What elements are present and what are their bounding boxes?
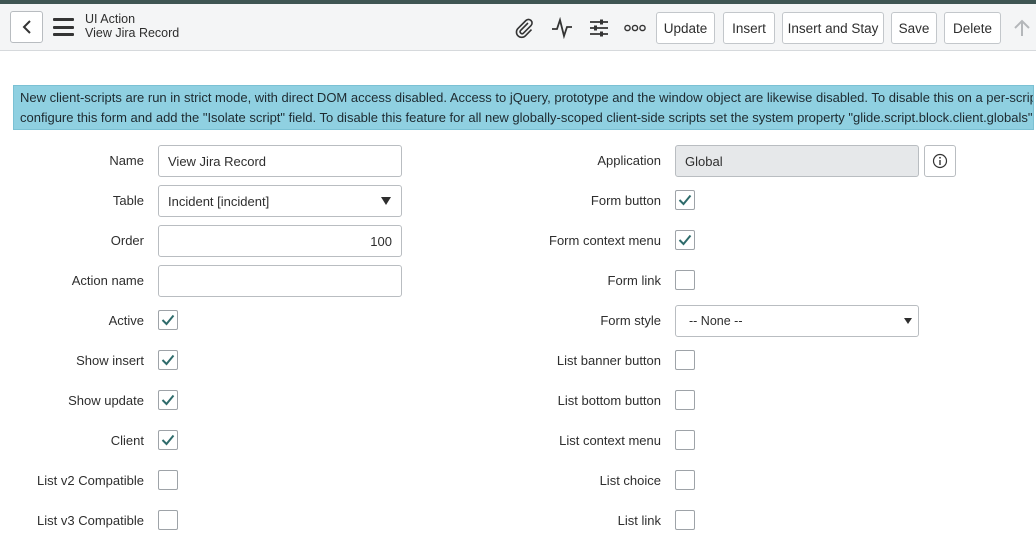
personalize-icon — [590, 19, 608, 37]
form-style-label: Form style — [600, 313, 661, 328]
strict-mode-info-banner: New client-scripts are run in strict mod… — [13, 85, 1034, 130]
insert-button[interactable]: Insert — [723, 12, 775, 44]
record-type-title: UI Action — [85, 12, 136, 26]
info-icon — [932, 153, 948, 169]
application-info-button[interactable] — [924, 145, 956, 177]
list-context-menu-checkbox[interactable] — [675, 430, 695, 450]
delete-button[interactable]: Delete — [944, 12, 1001, 44]
form-button-label: Form button — [590, 193, 661, 208]
show-insert-checkbox[interactable] — [158, 350, 178, 370]
application-field: Global — [675, 145, 919, 177]
order-field[interactable]: 100 — [158, 225, 402, 257]
form-style-select[interactable]: -- None -- — [675, 305, 919, 337]
activity-button[interactable] — [549, 14, 575, 42]
table-select[interactable]: Incident [incident] — [158, 185, 402, 217]
list-v3-compatible-checkbox[interactable] — [158, 510, 178, 530]
list-choice-label: List choice — [599, 473, 661, 488]
attachment-button[interactable] — [512, 14, 536, 42]
scroll-up-icon — [1014, 19, 1030, 36]
list-v2-compatible-label: List v2 Compatible — [37, 473, 144, 488]
client-label: Client — [110, 433, 144, 448]
order-label: Order — [110, 233, 144, 248]
scroll-up-button[interactable] — [1011, 14, 1033, 42]
list-link-checkbox[interactable] — [675, 510, 695, 530]
back-button[interactable] — [10, 11, 43, 43]
checkmark-icon — [161, 354, 175, 366]
checkmark-icon — [161, 314, 175, 326]
application-label: Application — [597, 153, 661, 168]
name-label: Name — [109, 153, 144, 168]
show-update-checkbox[interactable] — [158, 390, 178, 410]
action-name-label: Action name — [71, 273, 144, 288]
checkmark-icon — [161, 434, 175, 446]
form-context-menu-label: Form context menu — [549, 233, 661, 248]
update-button[interactable]: Update — [656, 12, 715, 44]
form-header: UI Action View Jira Record Update Insert… — [0, 4, 1036, 51]
form-button-checkbox[interactable] — [675, 190, 695, 210]
more-options-icon — [624, 24, 646, 32]
record-name-title: View Jira Record — [85, 26, 180, 40]
list-link-label: List link — [617, 513, 661, 528]
list-v3-compatible-label: List v3 Compatible — [37, 513, 144, 528]
table-label: Table — [112, 193, 144, 208]
dropdown-arrow-icon — [904, 318, 912, 324]
list-choice-checkbox[interactable] — [675, 470, 695, 490]
dropdown-arrow-icon — [381, 197, 391, 205]
list-bottom-button-checkbox[interactable] — [675, 390, 695, 410]
back-icon — [22, 20, 31, 34]
list-v2-compatible-checkbox[interactable] — [158, 470, 178, 490]
form-link-checkbox[interactable] — [675, 270, 695, 290]
list-banner-button-checkbox[interactable] — [675, 350, 695, 370]
name-field[interactable]: View Jira Record — [158, 145, 402, 177]
action-name-field[interactable] — [158, 265, 402, 297]
form-context-menu-checkbox[interactable] — [675, 230, 695, 250]
more-options-button[interactable] — [623, 14, 647, 42]
show-update-label: Show update — [68, 393, 144, 408]
checkmark-icon — [161, 394, 175, 406]
banner-line-2: configure this form and add the "Isolate… — [20, 110, 1034, 125]
order-field-value: 100 — [370, 233, 392, 249]
paperclip-icon — [515, 18, 533, 39]
show-insert-label: Show insert — [76, 353, 144, 368]
menu-icon[interactable] — [53, 18, 74, 36]
name-field-value: View Jira Record — [168, 153, 267, 169]
form-link-label: Form link — [607, 273, 661, 288]
checkmark-icon — [678, 234, 692, 246]
personalize-button[interactable] — [587, 14, 611, 42]
active-checkbox[interactable] — [158, 310, 178, 330]
active-label: Active — [108, 313, 144, 328]
application-field-value: Global — [685, 153, 723, 169]
list-banner-button-label: List banner button — [556, 353, 661, 368]
list-bottom-button-label: List bottom button — [557, 393, 661, 408]
table-select-value: Incident [incident] — [168, 193, 270, 209]
client-checkbox[interactable] — [158, 430, 178, 450]
save-button[interactable]: Save — [891, 12, 937, 44]
header-titles: UI Action View Jira Record — [85, 12, 179, 40]
form-style-value: -- None -- — [689, 314, 743, 328]
banner-line-1: New client-scripts are run in strict mod… — [20, 90, 1034, 105]
insert-and-stay-button[interactable]: Insert and Stay — [782, 12, 884, 44]
checkmark-icon — [678, 194, 692, 206]
activity-icon — [552, 17, 572, 39]
list-context-menu-label: List context menu — [559, 433, 661, 448]
